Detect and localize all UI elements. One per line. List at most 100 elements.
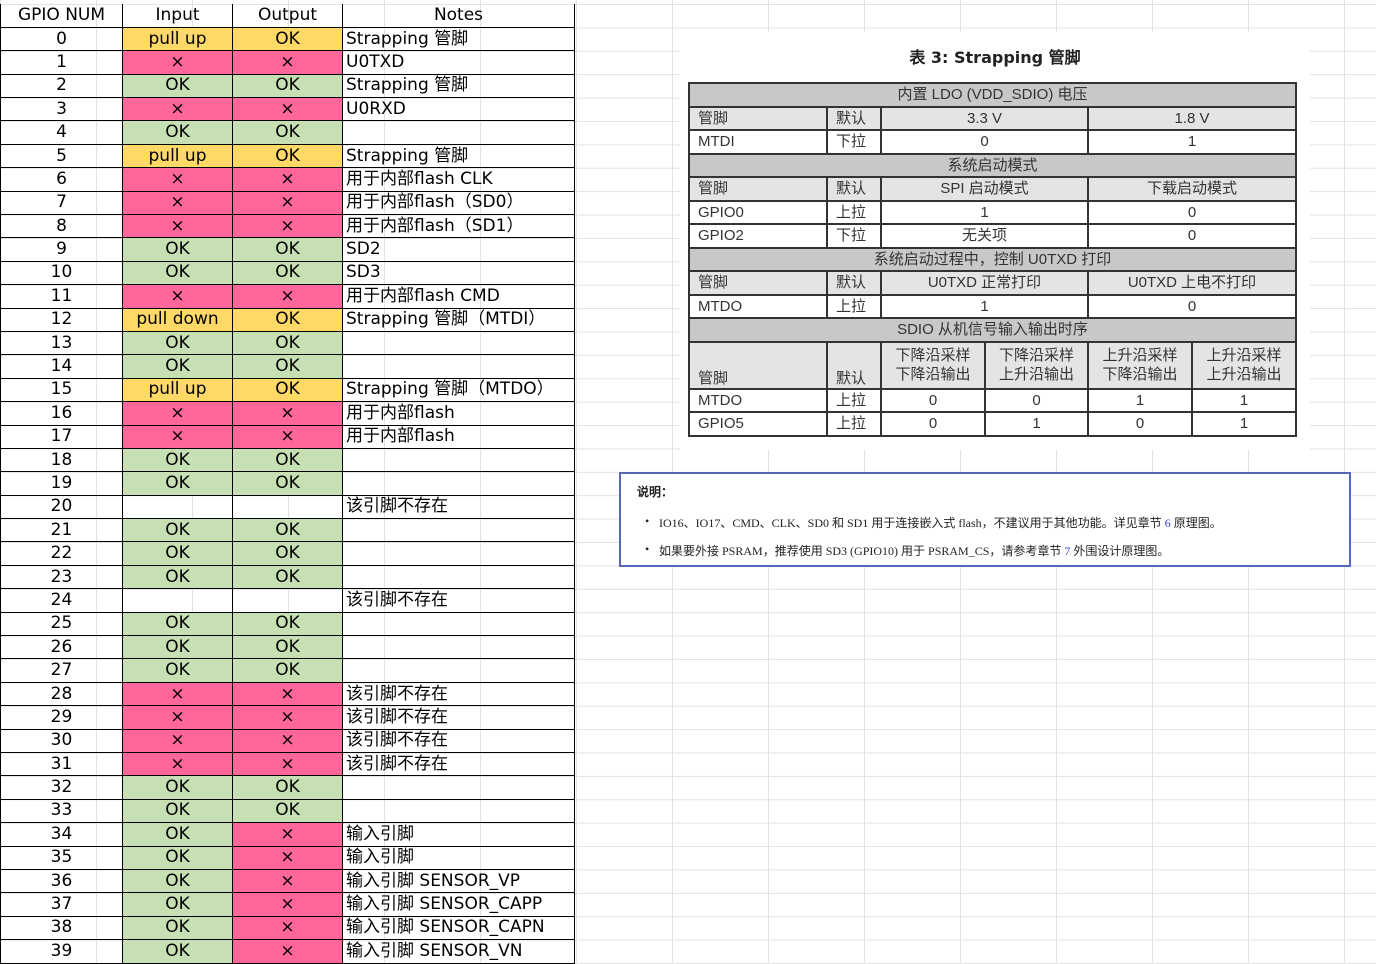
gpio-num-cell[interactable]: 20 [0,494,123,520]
column-header[interactable]: Output [232,4,343,28]
input-cell[interactable]: OK [122,611,233,637]
gpio-num-cell[interactable]: 11 [0,284,123,309]
output-cell[interactable]: OK [232,611,343,637]
input-cell[interactable] [122,494,233,520]
input-cell[interactable]: OK [122,939,233,964]
output-cell[interactable]: OK [232,377,343,403]
notes-cell[interactable]: Strapping 管脚 [342,143,575,169]
input-cell[interactable]: OK [122,73,233,99]
column-header[interactable]: Input [122,4,233,28]
input-cell[interactable]: OK [122,892,233,917]
gpio-num-cell[interactable]: 6 [0,167,123,192]
output-cell[interactable]: OK [232,775,343,800]
gpio-num-cell[interactable]: 17 [0,424,123,449]
notes-cell[interactable]: 输入引脚 SENSOR_VN [342,939,575,964]
notes-cell[interactable]: 用于内部flash CMD [342,284,575,309]
input-cell[interactable]: OK [122,237,233,262]
input-cell[interactable]: × [122,424,233,449]
gpio-num-cell[interactable]: 3 [0,97,123,122]
notes-cell[interactable]: 用于内部flash [342,424,575,449]
notes-cell[interactable]: 该引脚不存在 [342,728,575,754]
notes-cell[interactable]: Strapping 管脚 [342,73,575,99]
gpio-num-cell[interactable]: 23 [0,564,123,590]
gpio-num-cell[interactable]: 4 [0,120,123,145]
notes-cell[interactable] [342,775,575,800]
notes-cell[interactable] [342,518,575,543]
notes-cell[interactable]: 输入引脚 SENSOR_CAPP [342,892,575,917]
input-cell[interactable]: pull down [122,307,233,332]
input-cell[interactable] [122,588,233,613]
gpio-num-cell[interactable]: 8 [0,214,123,239]
gpio-num-cell[interactable]: 31 [0,751,123,777]
column-header[interactable]: GPIO NUM [0,4,123,28]
input-cell[interactable]: OK [122,260,233,286]
input-cell[interactable]: OK [122,518,233,543]
gpio-num-cell[interactable]: 29 [0,705,123,730]
gpio-num-cell[interactable]: 30 [0,728,123,754]
gpio-num-cell[interactable]: 0 [0,26,123,52]
input-cell[interactable]: pull up [122,377,233,403]
notes-cell[interactable]: 该引脚不存在 [342,588,575,613]
notes-cell[interactable]: SD2 [342,237,575,262]
output-cell[interactable]: × [232,681,343,707]
notes-cell[interactable]: Strapping 管脚（MTDI） [342,307,575,332]
gpio-num-cell[interactable]: 2 [0,73,123,99]
gpio-num-cell[interactable]: 14 [0,354,123,379]
input-cell[interactable]: pull up [122,143,233,169]
notes-cell[interactable]: Strapping 管脚（MTDO） [342,377,575,403]
output-cell[interactable]: × [232,284,343,309]
input-cell[interactable]: OK [122,845,233,870]
notes-cell[interactable] [342,471,575,496]
notes-cell[interactable] [342,611,575,637]
output-cell[interactable]: OK [232,518,343,543]
input-cell[interactable]: OK [122,330,233,356]
notes-cell[interactable]: 用于内部flash [342,401,575,426]
gpio-num-cell[interactable]: 27 [0,658,123,683]
gpio-num-cell[interactable]: 21 [0,518,123,543]
input-cell[interactable]: × [122,705,233,730]
output-cell[interactable]: × [232,214,343,239]
gpio-num-cell[interactable]: 18 [0,447,123,473]
output-cell[interactable]: × [232,97,343,122]
input-cell[interactable]: × [122,681,233,707]
output-cell[interactable]: OK [232,307,343,332]
notes-cell[interactable]: 该引脚不存在 [342,494,575,520]
output-cell[interactable] [232,494,343,520]
output-cell[interactable]: OK [232,120,343,145]
input-cell[interactable]: OK [122,868,233,894]
notes-cell[interactable]: SD3 [342,260,575,286]
output-cell[interactable]: OK [232,447,343,473]
input-cell[interactable]: × [122,190,233,216]
input-cell[interactable]: OK [122,471,233,496]
output-cell[interactable]: × [232,822,343,847]
notes-cell[interactable]: 输入引脚 [342,845,575,870]
notes-cell[interactable]: 用于内部flash（SD0） [342,190,575,216]
output-cell[interactable]: OK [232,471,343,496]
gpio-num-cell[interactable]: 24 [0,588,123,613]
output-cell[interactable]: × [232,751,343,777]
gpio-num-cell[interactable]: 35 [0,845,123,870]
input-cell[interactable]: OK [122,447,233,473]
gpio-num-cell[interactable]: 19 [0,471,123,496]
input-cell[interactable]: OK [122,915,233,941]
output-cell[interactable]: OK [232,658,343,683]
output-cell[interactable]: × [232,50,343,75]
input-cell[interactable]: OK [122,822,233,847]
input-cell[interactable]: × [122,214,233,239]
output-cell[interactable]: × [232,705,343,730]
output-cell[interactable]: × [232,401,343,426]
notes-cell[interactable]: U0TXD [342,50,575,75]
gpio-num-cell[interactable]: 12 [0,307,123,332]
input-cell[interactable]: OK [122,775,233,800]
input-cell[interactable]: × [122,50,233,75]
output-cell[interactable]: × [232,915,343,941]
input-cell[interactable]: OK [122,658,233,683]
output-cell[interactable]: OK [232,143,343,169]
notes-cell[interactable] [342,658,575,683]
notes-cell[interactable]: 输入引脚 [342,822,575,847]
output-cell[interactable]: OK [232,237,343,262]
input-cell[interactable]: × [122,284,233,309]
notes-cell[interactable]: 用于内部flash CLK [342,167,575,192]
gpio-num-cell[interactable]: 32 [0,775,123,800]
output-cell[interactable]: OK [232,260,343,286]
